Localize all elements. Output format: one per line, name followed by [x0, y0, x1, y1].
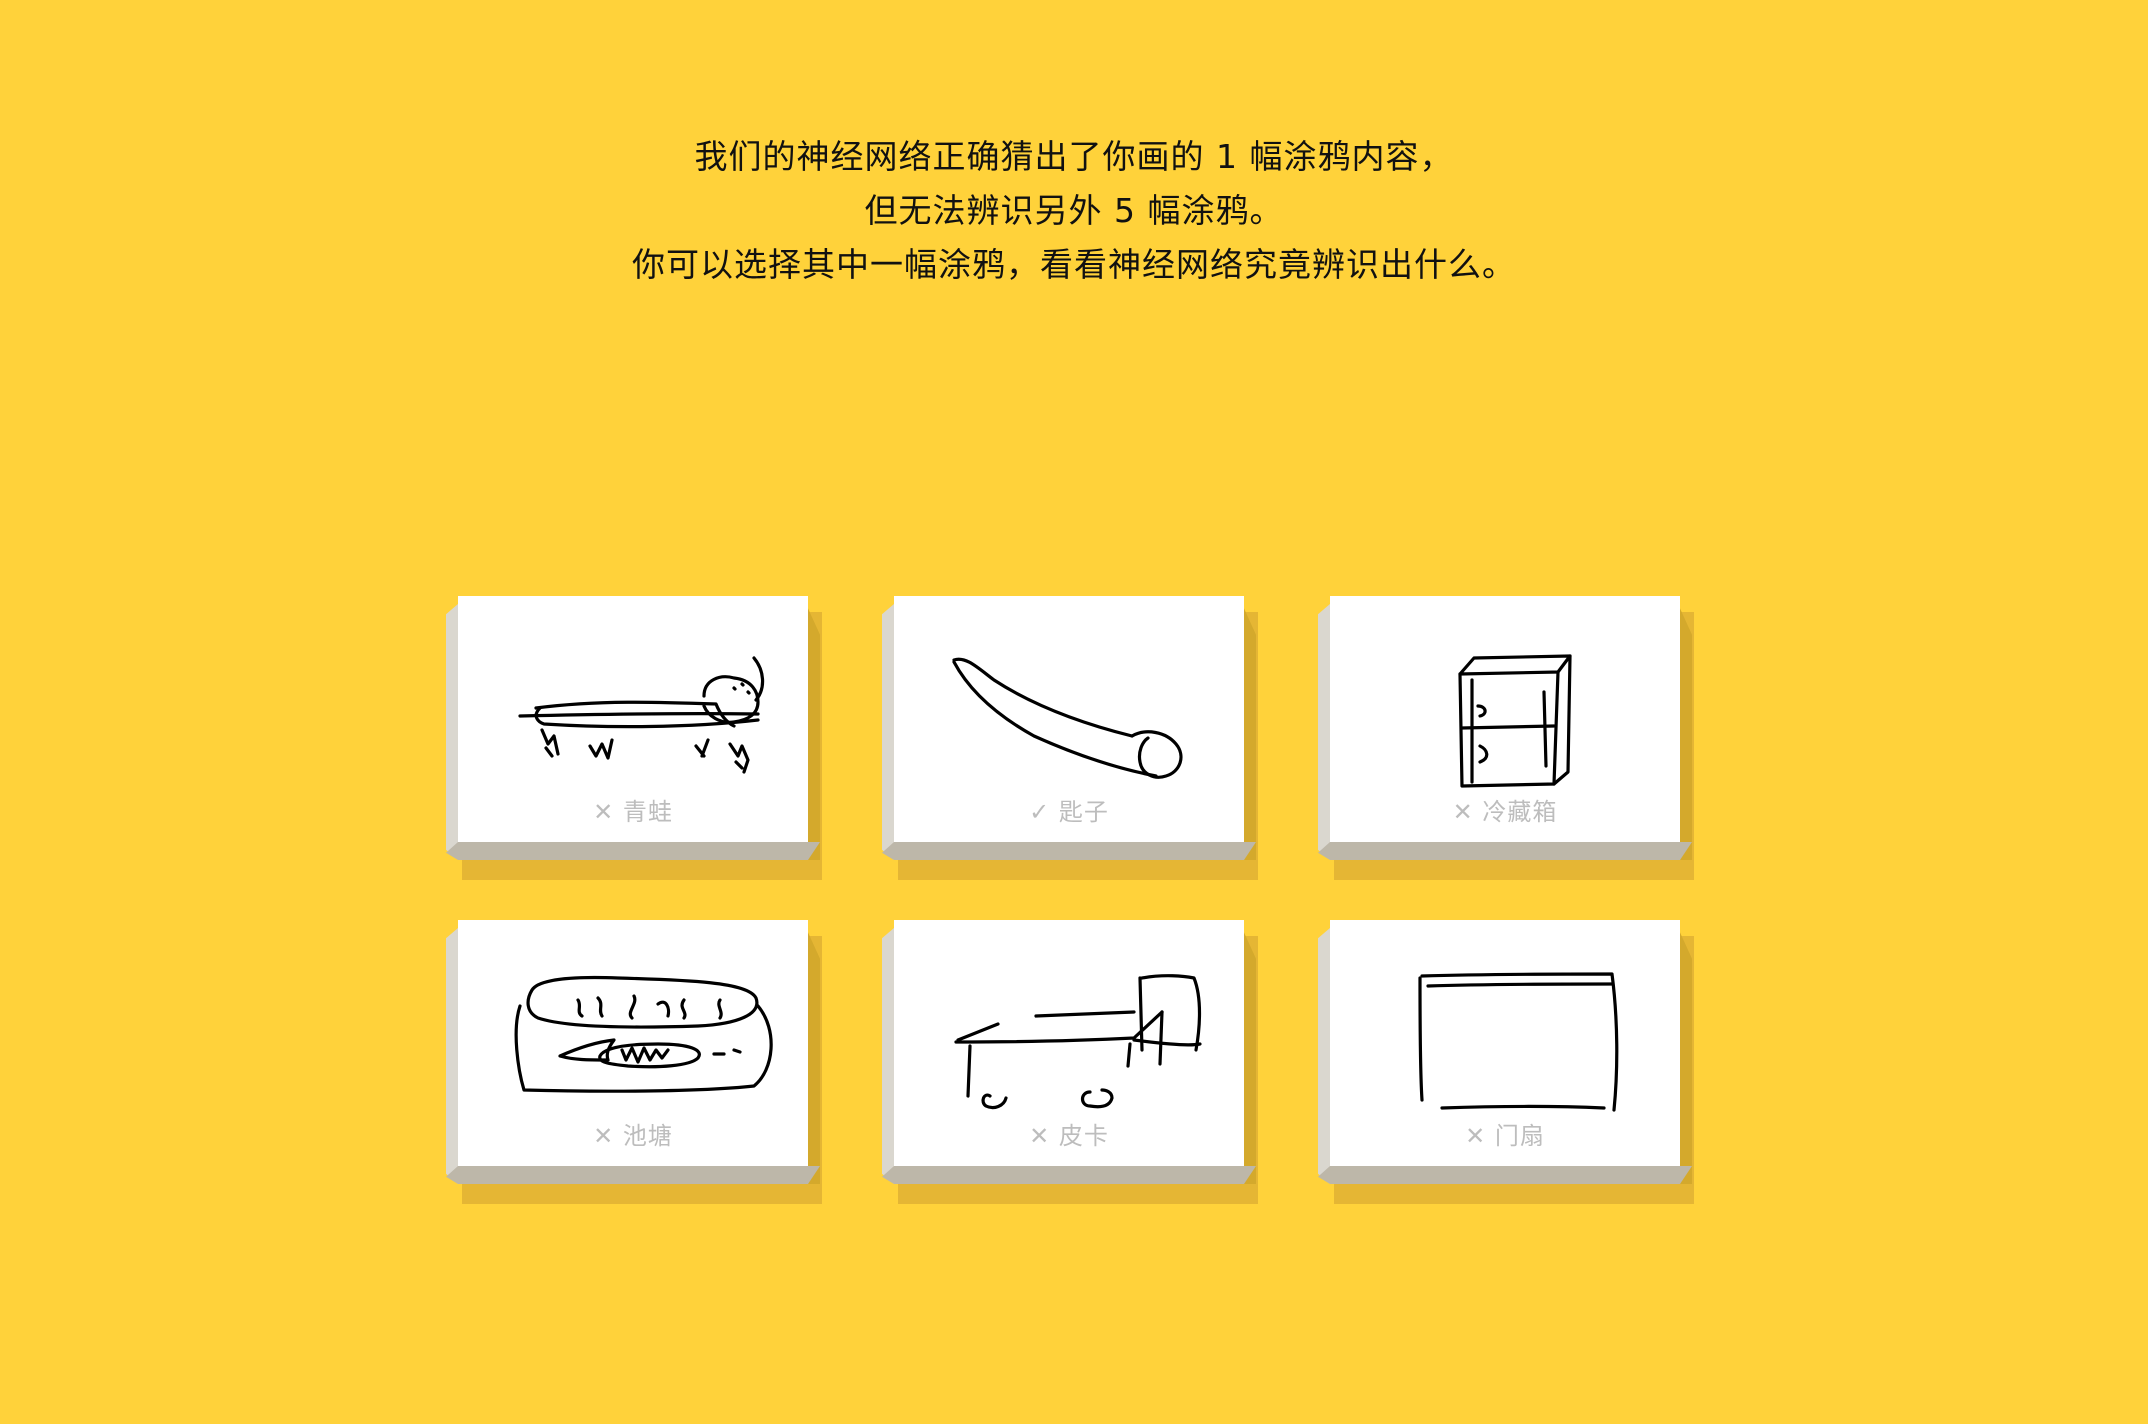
doodle-grid: ✕ 青蛙 ✓ 匙子 ✕ 冷藏箱 ✕ 池塘 ✕ 皮卡 ✕ 门扇	[446, 596, 1700, 1206]
doodle-label: ✕ 池塘	[458, 1116, 808, 1151]
doodle-label-text: 皮卡	[1058, 1122, 1109, 1150]
doodle-label-text: 匙子	[1058, 798, 1109, 826]
result-line-2: 但无法辨识另外 5 幅涂鸦。	[864, 191, 1284, 230]
result-line-3: 你可以选择其中一幅涂鸦，看看神经网络究竟辨识出什么。	[632, 245, 1516, 284]
doodle-label: ✕ 皮卡	[894, 1116, 1244, 1151]
doodle-label-text: 青蛙	[622, 798, 673, 826]
wrong-mark-icon: ✕	[1029, 1122, 1051, 1150]
doodle-card-face: ✕ 门扇	[1330, 920, 1680, 1166]
wrong-mark-icon: ✕	[1452, 798, 1474, 826]
doodle-card-face: ✕ 池塘	[458, 920, 808, 1166]
doodle-card-face: ✕ 皮卡	[894, 920, 1244, 1166]
wrong-mark-icon: ✕	[593, 798, 615, 826]
doodle-label: ✕ 青蛙	[458, 792, 808, 827]
doodle-card-pickup[interactable]: ✕ 皮卡	[882, 920, 1258, 1204]
wrong-mark-icon: ✕	[1465, 1122, 1487, 1150]
doodle-card-pond[interactable]: ✕ 池塘	[446, 920, 822, 1204]
doodle-label: ✕ 冷藏箱	[1330, 792, 1680, 827]
doodle-card-frog[interactable]: ✕ 青蛙	[446, 596, 822, 880]
doodle-card-face: ✕ 冷藏箱	[1330, 596, 1680, 842]
doodle-card-door[interactable]: ✕ 门扇	[1318, 920, 1694, 1204]
doodle-card-spoon[interactable]: ✓ 匙子	[882, 596, 1258, 880]
right-mark-icon: ✓	[1029, 798, 1051, 826]
doodle-label-text: 门扇	[1494, 1122, 1545, 1150]
wrong-mark-icon: ✕	[593, 1122, 615, 1150]
doodle-label: ✕ 门扇	[1330, 1116, 1680, 1151]
doodle-card-face: ✓ 匙子	[894, 596, 1244, 842]
result-message: 我们的神经网络正确猜出了你画的 1 幅涂鸦内容， 但无法辨识另外 5 幅涂鸦。 …	[0, 130, 2148, 292]
result-line-1: 我们的神经网络正确猜出了你画的 1 幅涂鸦内容，	[694, 137, 1454, 176]
doodle-label-text: 池塘	[622, 1122, 673, 1150]
doodle-label: ✓ 匙子	[894, 792, 1244, 827]
doodle-card-cooler[interactable]: ✕ 冷藏箱	[1318, 596, 1694, 880]
doodle-card-face: ✕ 青蛙	[458, 596, 808, 842]
doodle-label-text: 冷藏箱	[1482, 798, 1558, 826]
